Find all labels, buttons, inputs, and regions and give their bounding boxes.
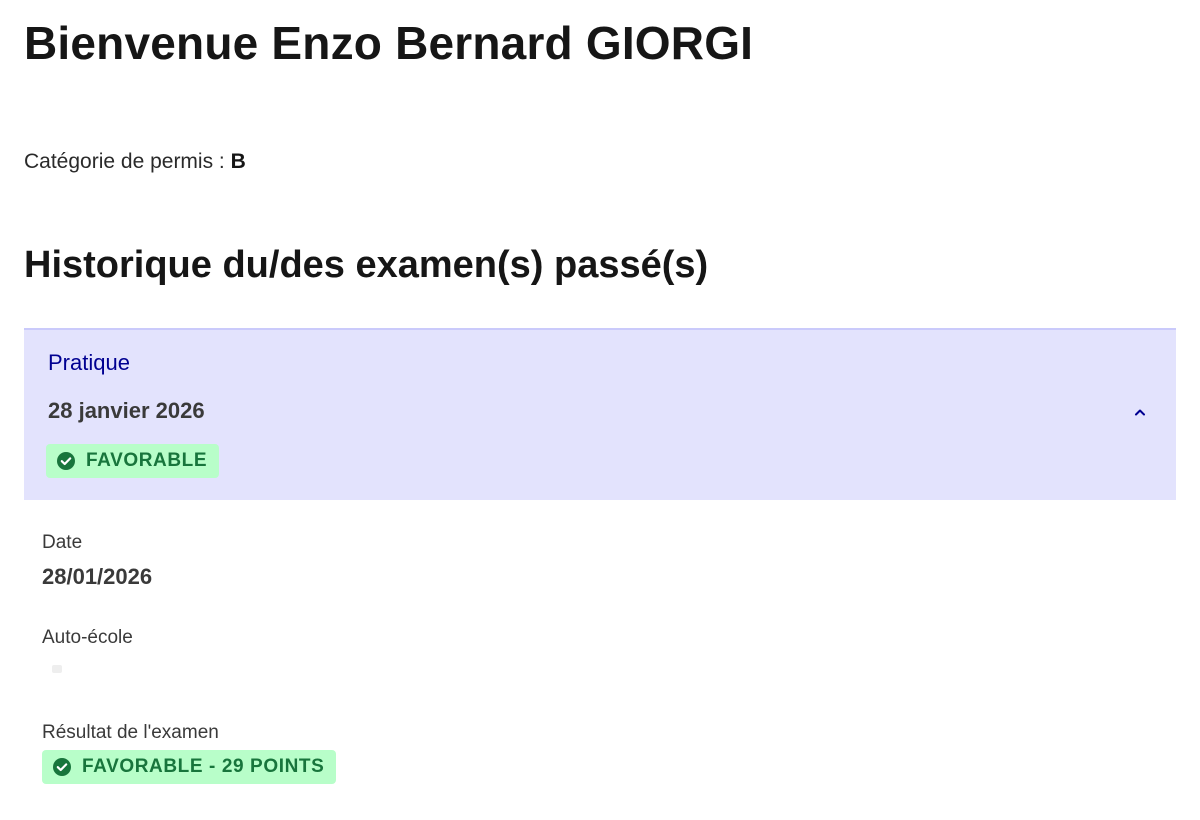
permit-category-value: B [230,150,246,173]
detail-date-value: 28/01/2026 [42,564,153,589]
detail-driving-school-value [52,665,62,673]
exam-type: Pratique [48,350,130,375]
page: Bienvenue Enzo Bernard GIORGI Catégorie … [0,0,1200,820]
permit-category: Catégorie de permis : B [24,148,246,176]
detail-result: Résultat de l'examen FAVORABLE - 29 POIN… [42,720,337,784]
detail-date: Date 28/01/2026 [42,530,152,592]
permit-category-label: Catégorie de permis : [24,150,225,173]
welcome-title: Bienvenue Enzo Bernard GIORGI [24,17,754,69]
chevron-up-icon[interactable] [1132,404,1148,420]
detail-driving-school: Auto-école [42,625,133,673]
exam-date-long: 28 janvier 2026 [48,398,205,423]
exam-history-title: Historique du/des examen(s) passé(s) [24,244,709,286]
exam-status-label: FAVORABLE [86,450,208,471]
detail-driving-school-label: Auto-école [42,627,133,648]
exam-accordion-header[interactable]: Pratique 28 janvier 2026 FAVORABLE [24,328,1176,500]
check-circle-icon [53,758,71,776]
detail-result-label: Résultat de l'examen [42,722,219,743]
check-circle-icon [57,452,75,470]
exam-status-badge: FAVORABLE [46,444,220,478]
exam-result-badge: FAVORABLE - 29 POINTS [42,750,337,784]
detail-date-label: Date [42,532,83,553]
exam-result-label: FAVORABLE - 29 POINTS [82,756,325,777]
